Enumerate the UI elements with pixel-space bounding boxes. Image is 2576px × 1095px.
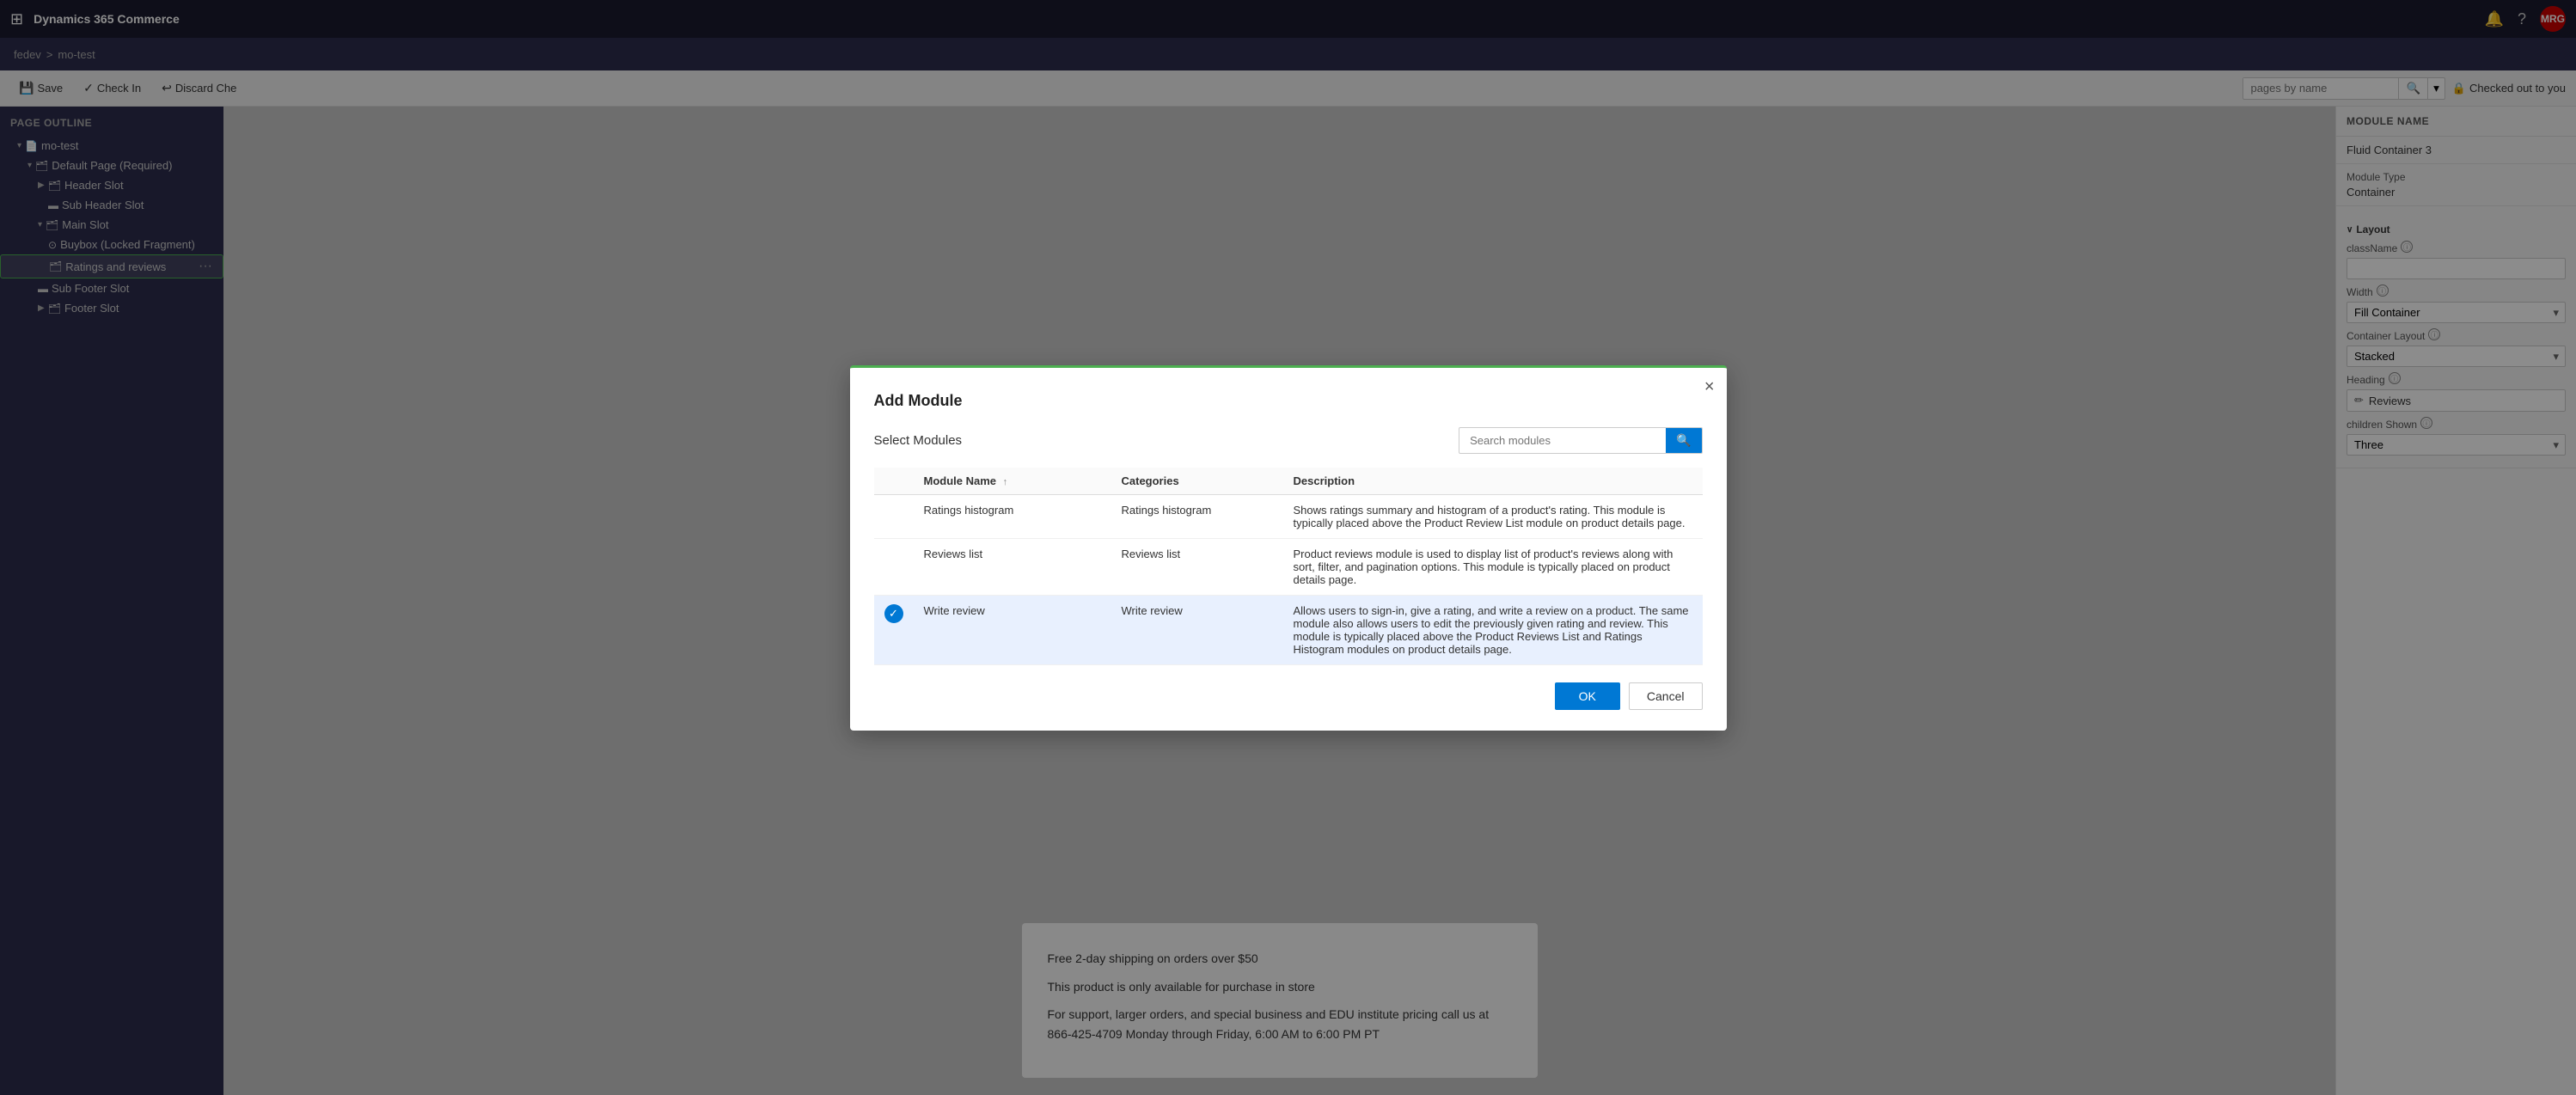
add-module-modal: × Add Module Select Modules 🔍 Module Nam… — [850, 365, 1727, 731]
check-cell — [874, 494, 914, 538]
table-header-row: Module Name ↑ Categories Description — [874, 468, 1703, 495]
select-modules-label: Select Modules — [874, 433, 963, 448]
ok-button[interactable]: OK — [1555, 682, 1620, 710]
col-module-name[interactable]: Module Name ↑ — [914, 468, 1111, 495]
module-description-cell: Product reviews module is used to displa… — [1283, 538, 1703, 595]
check-cell — [874, 538, 914, 595]
table-row[interactable]: ✓Write reviewWrite reviewAllows users to… — [874, 595, 1703, 664]
module-name-cell: Write review — [914, 595, 1111, 664]
col-categories[interactable]: Categories — [1111, 468, 1283, 495]
modal-title: Add Module — [874, 392, 1703, 410]
search-modules-button[interactable]: 🔍 — [1666, 428, 1701, 453]
cancel-button[interactable]: Cancel — [1629, 682, 1703, 710]
sort-icon: ↑ — [1003, 477, 1008, 487]
module-name-cell: Ratings histogram — [914, 494, 1111, 538]
modal-close-button[interactable]: × — [1704, 378, 1715, 395]
module-table: Module Name ↑ Categories Description Rat… — [874, 468, 1703, 665]
modal-overlay[interactable]: × Add Module Select Modules 🔍 Module Nam… — [0, 0, 2576, 1095]
check-circle: ✓ — [884, 604, 903, 623]
module-description-cell: Shows ratings summary and histogram of a… — [1283, 494, 1703, 538]
check-cell: ✓ — [874, 595, 914, 664]
search-modules-input[interactable] — [1459, 429, 1666, 452]
module-name-cell: Reviews list — [914, 538, 1111, 595]
module-category-cell: Ratings histogram — [1111, 494, 1283, 538]
search-modules-box: 🔍 — [1459, 427, 1702, 454]
col-description[interactable]: Description — [1283, 468, 1703, 495]
modal-header-row: Select Modules 🔍 — [874, 427, 1703, 454]
modal-footer: OK Cancel — [874, 682, 1703, 710]
col-check — [874, 468, 914, 495]
module-category-cell: Reviews list — [1111, 538, 1283, 595]
module-description-cell: Allows users to sign-in, give a rating, … — [1283, 595, 1703, 664]
module-category-cell: Write review — [1111, 595, 1283, 664]
table-row[interactable]: Ratings histogramRatings histogramShows … — [874, 494, 1703, 538]
table-row[interactable]: Reviews listReviews listProduct reviews … — [874, 538, 1703, 595]
